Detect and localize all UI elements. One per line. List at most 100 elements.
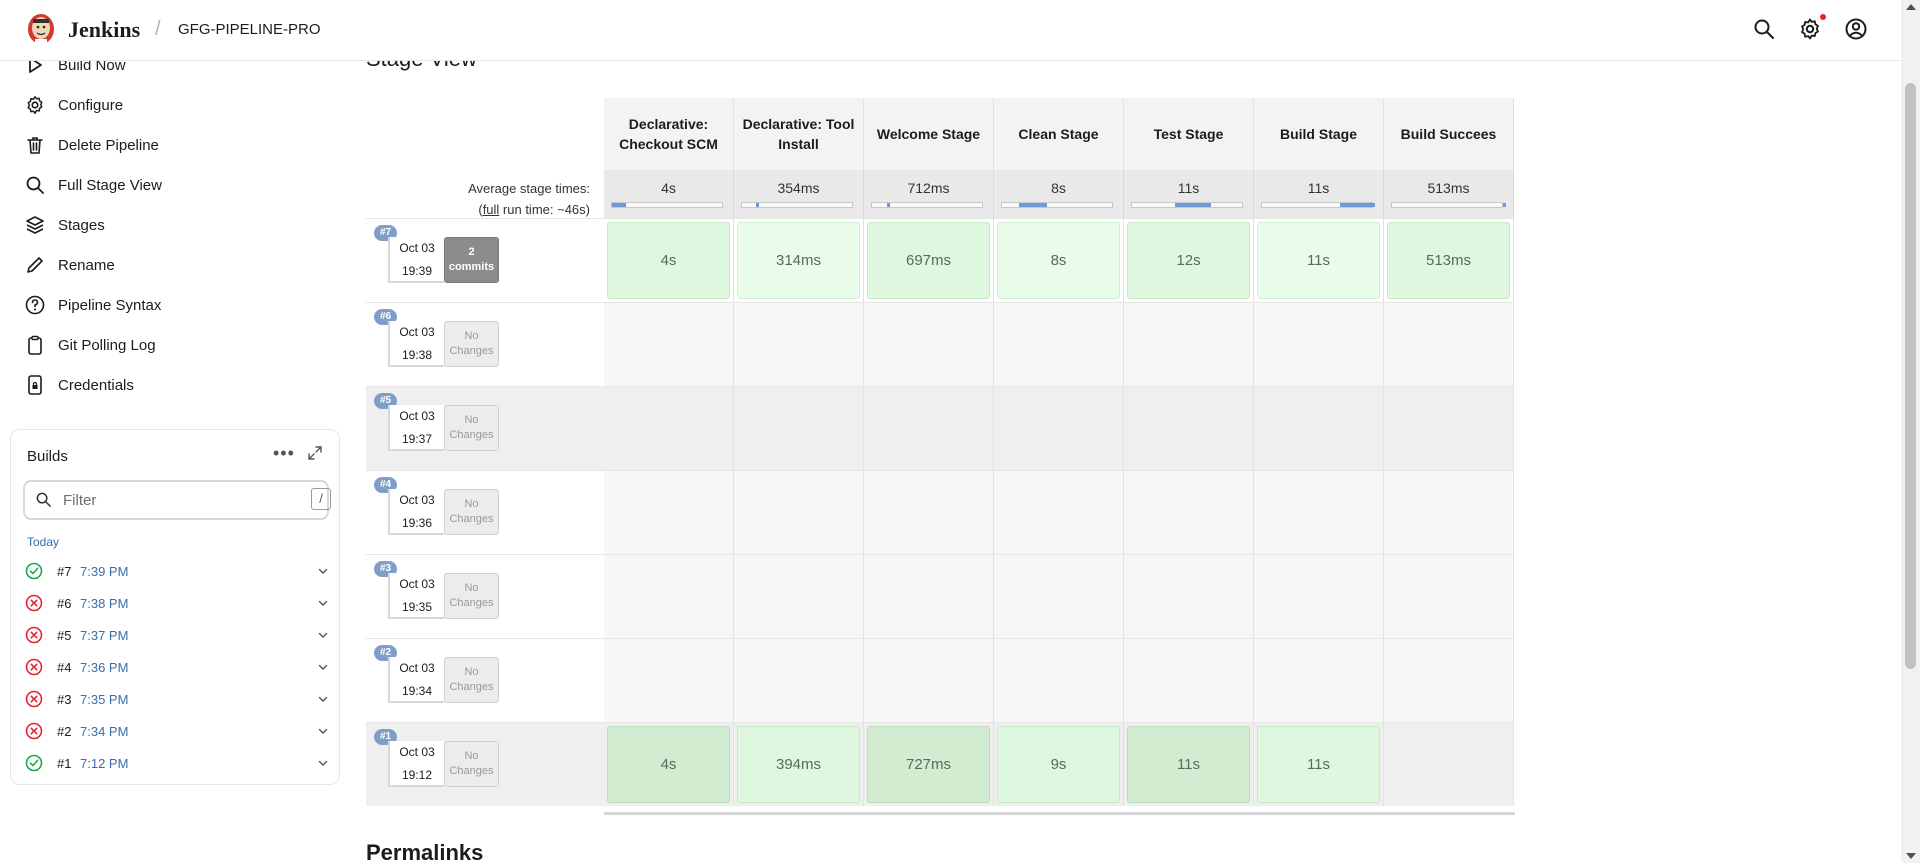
page-scrollbar[interactable] — [1901, 0, 1920, 863]
changes-line1: No — [464, 498, 479, 510]
stage-empty-cell — [864, 302, 994, 386]
more-options-icon[interactable]: ••• — [273, 443, 295, 464]
chevron-down-icon[interactable] — [317, 725, 329, 737]
build-list-item[interactable]: #6 7:38 PM — [25, 591, 329, 615]
stage-duration[interactable]: 9s — [997, 726, 1120, 803]
stage-duration[interactable]: 12s — [1127, 222, 1250, 299]
build-number[interactable]: #7 — [57, 564, 80, 579]
stage-duration[interactable]: 11s — [1127, 726, 1250, 803]
build-time[interactable]: 7:35 PM — [80, 692, 128, 707]
build-list-item[interactable]: #4 7:36 PM — [25, 655, 329, 679]
build-list-item[interactable]: #7 7:39 PM — [25, 559, 329, 583]
stage-result-cell[interactable]: 11s — [1254, 722, 1384, 806]
chevron-down-icon[interactable] — [317, 597, 329, 609]
search-icon[interactable] — [1752, 17, 1776, 41]
stage-duration[interactable]: 314ms — [737, 222, 860, 299]
build-list-item[interactable]: #1 7:12 PM — [25, 751, 329, 775]
stage-empty-cell — [1384, 638, 1514, 722]
stage-average-time: 11s — [1124, 170, 1254, 218]
stage-result-cell[interactable]: 513ms — [1384, 218, 1514, 302]
chevron-down-icon[interactable] — [317, 661, 329, 673]
stage-duration[interactable]: 4s — [607, 726, 730, 803]
build-number[interactable]: #2 — [57, 724, 80, 739]
build-list-item[interactable]: #3 7:35 PM — [25, 687, 329, 711]
jenkins-logo-icon[interactable] — [26, 11, 56, 47]
changes-line1: No — [464, 666, 479, 678]
stage-header: Clean Stage — [994, 98, 1124, 170]
brand-title[interactable]: Jenkins — [68, 17, 140, 43]
build-number[interactable]: #3 — [57, 692, 80, 707]
scroll-up-arrow-icon[interactable] — [1906, 4, 1916, 10]
sidebar-item-configure[interactable]: Configure — [24, 90, 123, 120]
stage-result-cell[interactable]: 697ms — [864, 218, 994, 302]
stage-header: Build Succees — [1384, 98, 1514, 170]
sidebar-item-delete-pipeline[interactable]: Delete Pipeline — [24, 130, 159, 160]
stage-empty-cell — [994, 470, 1124, 554]
build-number[interactable]: #4 — [57, 660, 80, 675]
stage-empty-cell — [1254, 638, 1384, 722]
filter-field[interactable]: / — [23, 480, 331, 520]
stage-result-cell[interactable]: 11s — [1254, 218, 1384, 302]
stage-result-cell[interactable]: 4s — [604, 218, 734, 302]
run-changes[interactable]: 2 commits — [444, 237, 499, 283]
run-timestamp: Oct 03 19:34 — [388, 657, 444, 703]
expand-icon[interactable] — [307, 445, 323, 461]
stage-average-value: 11s — [1307, 180, 1330, 196]
stage-average-time: 4s — [604, 170, 734, 218]
stage-result-cell[interactable]: 9s — [994, 722, 1124, 806]
sidebar-item-stages[interactable]: Stages — [24, 210, 105, 240]
build-number[interactable]: #1 — [57, 756, 80, 771]
build-time[interactable]: 7:12 PM — [80, 756, 128, 771]
chevron-down-icon[interactable] — [317, 565, 329, 577]
build-time[interactable]: 7:36 PM — [80, 660, 128, 675]
stage-empty-cell — [1384, 722, 1514, 806]
chevron-down-icon[interactable] — [317, 757, 329, 769]
build-time[interactable]: 7:37 PM — [80, 628, 128, 643]
trash-icon — [27, 137, 43, 154]
user-account-icon[interactable] — [1844, 17, 1868, 41]
stage-duration[interactable]: 697ms — [867, 222, 990, 299]
stage-result-cell[interactable]: 4s — [604, 722, 734, 806]
stage-result-cell[interactable]: 394ms — [734, 722, 864, 806]
gear-icon[interactable] — [1798, 17, 1822, 41]
stage-empty-cell — [604, 386, 734, 470]
breadcrumb-pipeline[interactable]: GFG-PIPELINE-PRO — [178, 21, 321, 38]
stage-duration[interactable]: 727ms — [867, 726, 990, 803]
stage-result-cell[interactable]: 727ms — [864, 722, 994, 806]
stage-empty-cell — [994, 638, 1124, 722]
stage-duration[interactable]: 4s — [607, 222, 730, 299]
help-circle-icon — [25, 295, 45, 315]
changes-line1: No — [464, 330, 479, 342]
stage-average-bar-fill — [756, 203, 759, 207]
build-time[interactable]: 7:34 PM — [80, 724, 128, 739]
build-number[interactable]: #6 — [57, 596, 80, 611]
sidebar-item-git-polling-log[interactable]: Git Polling Log — [24, 330, 156, 360]
sidebar-item-pipeline-syntax[interactable]: Pipeline Syntax — [24, 290, 161, 320]
stage-duration[interactable]: 394ms — [737, 726, 860, 803]
stage-average-bar-fill — [1503, 203, 1506, 207]
full-run-time-link[interactable]: full — [483, 202, 500, 217]
stage-result-cell[interactable]: 314ms — [734, 218, 864, 302]
stage-result-cell[interactable]: 8s — [994, 218, 1124, 302]
build-time[interactable]: 7:38 PM — [80, 596, 128, 611]
stage-duration[interactable]: 8s — [997, 222, 1120, 299]
build-list-item[interactable]: #2 7:34 PM — [25, 719, 329, 743]
build-time[interactable]: 7:39 PM — [80, 564, 128, 579]
stage-result-cell[interactable]: 11s — [1124, 722, 1254, 806]
scroll-thumb[interactable] — [1905, 83, 1916, 669]
sidebar-item-credentials[interactable]: Credentials — [24, 370, 134, 400]
sidebar-item-label: Configure — [58, 96, 124, 114]
chevron-down-icon[interactable] — [317, 629, 329, 641]
stage-result-cell[interactable]: 12s — [1124, 218, 1254, 302]
scroll-down-arrow-icon[interactable] — [1906, 853, 1916, 859]
stage-empty-cell — [1124, 302, 1254, 386]
build-number[interactable]: #5 — [57, 628, 80, 643]
stage-duration[interactable]: 513ms — [1387, 222, 1510, 299]
sidebar-item-full-stage-view[interactable]: Full Stage View — [24, 170, 162, 200]
stage-duration[interactable]: 11s — [1257, 222, 1380, 299]
chevron-down-icon[interactable] — [317, 693, 329, 705]
stage-duration[interactable]: 11s — [1257, 726, 1380, 803]
sidebar-item-rename[interactable]: Rename — [24, 250, 115, 280]
build-list-item[interactable]: #5 7:37 PM — [25, 623, 329, 647]
filter-input[interactable] — [61, 488, 285, 512]
